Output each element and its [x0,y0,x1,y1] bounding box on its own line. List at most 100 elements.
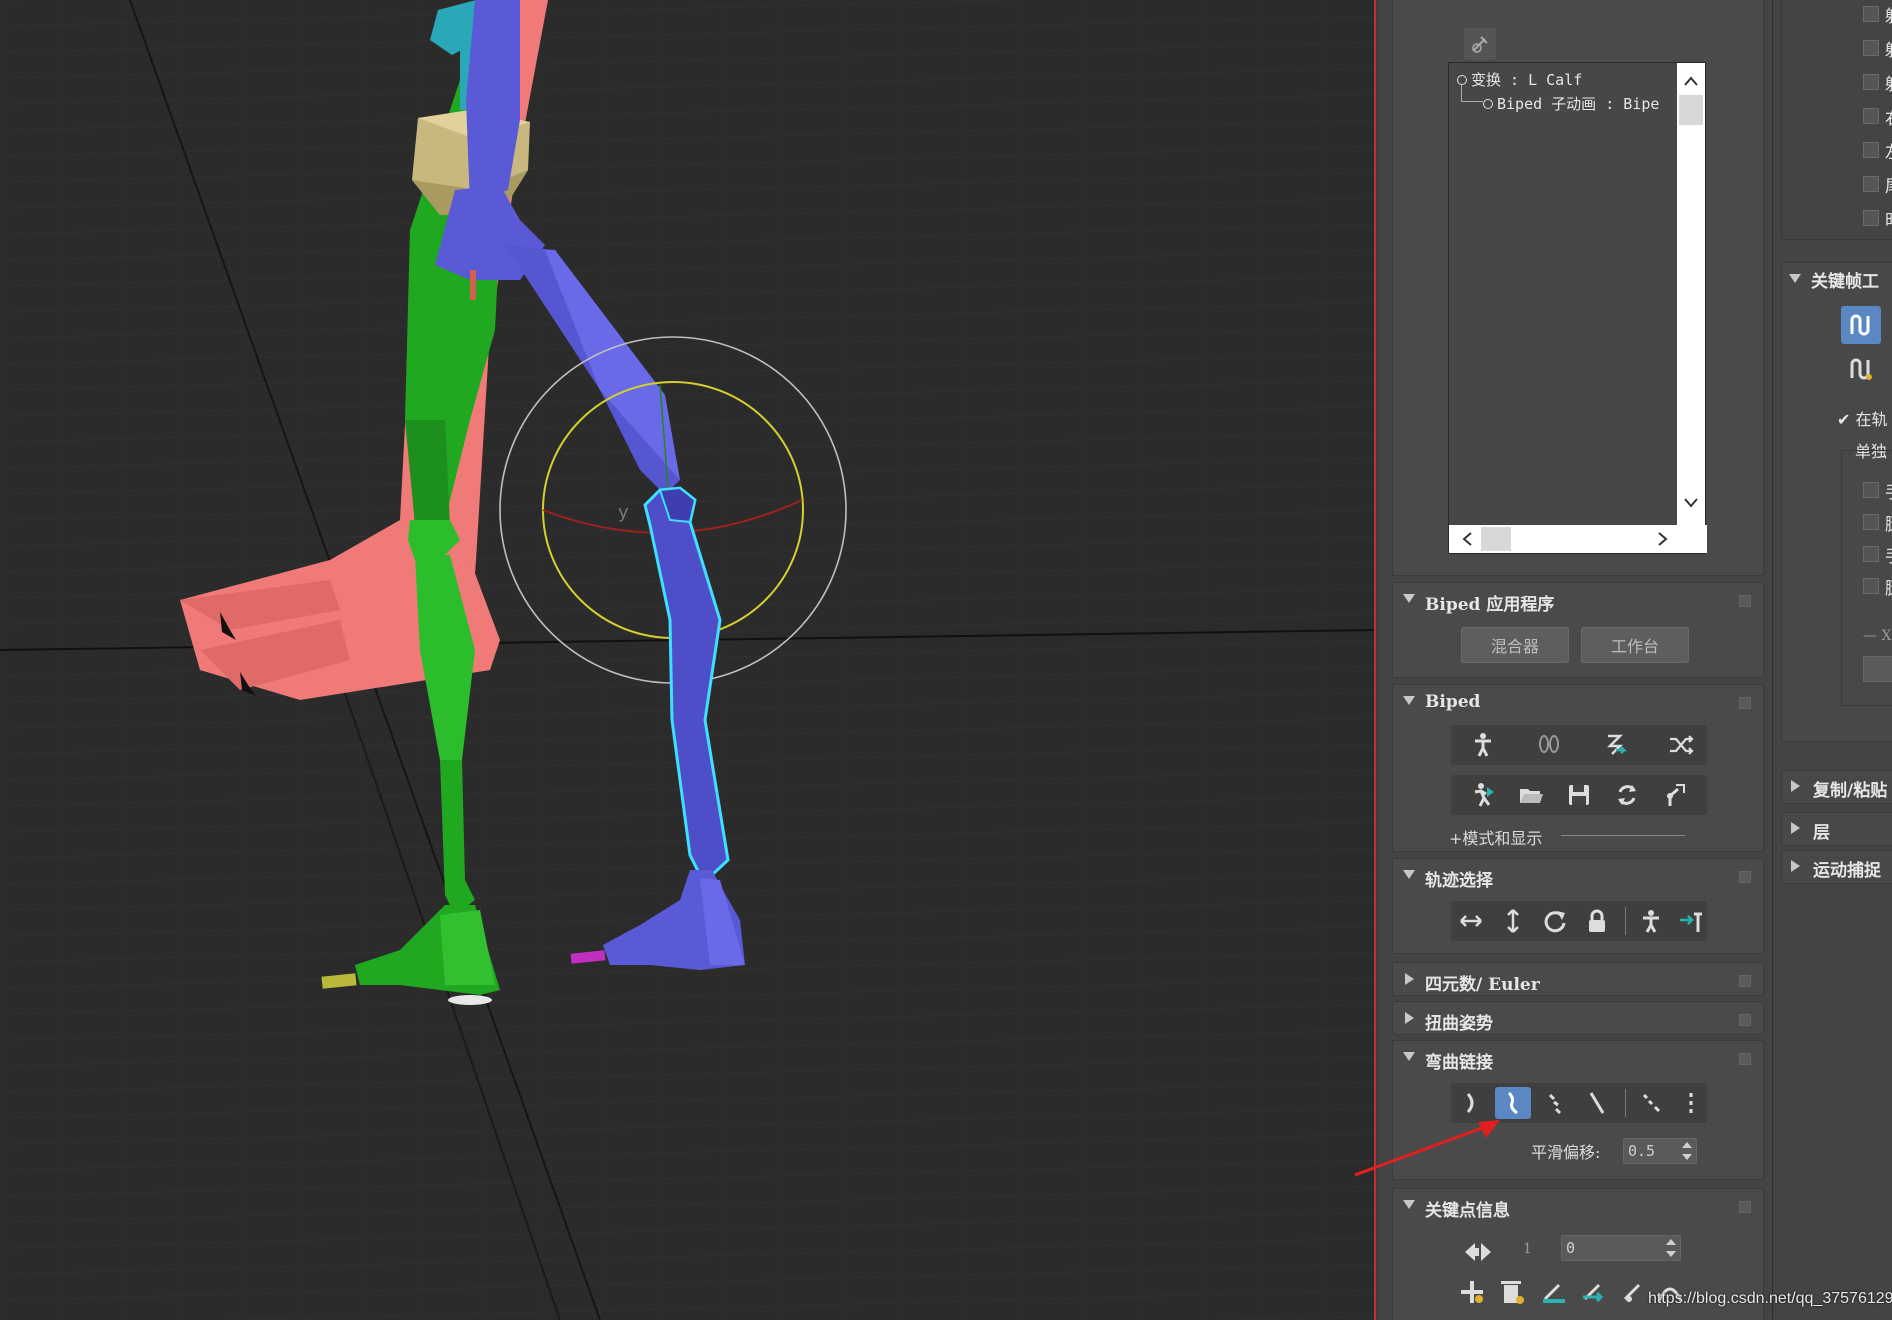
motion-capture-title: 运动捕捉 [1813,861,1881,881]
grip-icon[interactable] [1739,1053,1751,1065]
checkbox[interactable] [1863,514,1879,530]
move-all-mode-icon[interactable] [1657,779,1693,811]
set-sliding-key-icon[interactable] [1579,1277,1609,1307]
grip-icon[interactable] [1739,871,1751,883]
set-free-key-icon[interactable] [1619,1277,1649,1307]
smoothing-bias-label: 平滑偏移: [1531,1143,1601,1162]
track-selection-toolbar [1451,901,1707,941]
checkbox[interactable] [1863,578,1879,594]
body-rotation-icon[interactable] [1537,905,1573,937]
partial-label: 右 [1885,104,1892,129]
collapse-arrow-icon[interactable] [1403,1200,1415,1209]
twist-poses-header[interactable]: 扭曲姿势 [1393,1002,1763,1036]
collapse-arrow-icon[interactable] [1403,594,1415,603]
body-horizontal-icon[interactable] [1453,905,1489,937]
footstep-mode-icon[interactable] [1531,729,1567,761]
motion-flow-icon[interactable] [1597,729,1633,761]
partial-label: 躯 [1885,36,1892,61]
grip-icon[interactable] [1739,1201,1751,1213]
horizontal-scroll-thumb[interactable] [1481,527,1511,551]
biped-apps-header[interactable]: Biped 应用程序 [1393,583,1763,617]
checkbox[interactable] [1863,176,1879,192]
checkbox[interactable] [1863,108,1879,124]
checkbox[interactable] [1863,210,1879,226]
checkbox[interactable] [1863,546,1879,562]
expand-arrow-icon[interactable] [1405,973,1414,985]
horizontal-scrollbar[interactable] [1449,525,1707,553]
partial-label: 躯 [1885,70,1892,95]
partial-label: 手 [1885,542,1892,567]
symmetrical-icon[interactable] [1633,905,1669,937]
scroll-left-icon[interactable] [1453,525,1481,553]
motion-side-panel: 躯 躯 躯 右 左 尾 时 关键帧工 ✔ 在轨 单独 手 腿 手 腿 — X 复… [1772,0,1892,1320]
figure-mode-icon[interactable] [1465,729,1501,761]
stack-item-biped-subanim[interactable]: Biped 子动画 : Bipe [1483,93,1659,114]
grip-icon[interactable] [1739,595,1751,607]
partial-label: 尾 [1885,172,1892,197]
spinner-arrows-icon[interactable] [1682,1142,1692,1160]
stack-item-transform[interactable]: 变换 : L Calf [1457,69,1582,90]
mode-display-toggle[interactable]: +模式和显示 [1449,825,1542,849]
save-file-icon[interactable] [1561,779,1597,811]
spinner-arrows-icon[interactable] [1666,1239,1676,1257]
workbench-button[interactable]: 工作台 [1581,627,1689,663]
vertical-scrollbar[interactable] [1677,63,1705,525]
collapse-arrow-icon[interactable] [1403,870,1415,879]
key-time-spinner[interactable]: 0 [1561,1235,1681,1261]
checkbox[interactable] [1863,40,1879,56]
delete-key-icon[interactable] [1497,1277,1527,1307]
convert-icon[interactable] [1609,779,1645,811]
twist-individual-mode-icon[interactable] [1537,1087,1573,1119]
zero-twist-icon[interactable] [1633,1087,1669,1119]
grip-icon[interactable] [1739,697,1751,709]
zero-all-icon[interactable] [1673,1087,1709,1119]
mixer-mode-icon[interactable] [1663,729,1699,761]
opposite-icon[interactable] [1673,905,1709,937]
grip-icon[interactable] [1739,975,1751,987]
biped-file-toolbar [1451,775,1707,815]
expand-arrow-icon[interactable] [1791,780,1800,792]
mixer-button[interactable]: 混合器 [1461,627,1569,663]
scroll-up-icon[interactable] [1677,67,1705,95]
watermark: https://blog.csdn.net/qq_37576129 [1648,1290,1892,1307]
set-planted-key-icon[interactable] [1539,1277,1569,1307]
collapse-icon[interactable] [1457,75,1467,85]
biped-playback-icon[interactable] [1465,779,1501,811]
expand-icon[interactable] [1483,99,1493,109]
smoothing-bias-spinner[interactable]: 0.5 [1623,1138,1697,1164]
viewport[interactable]: y z [0,0,1376,1320]
quaternion-euler-header[interactable]: 四元数/ Euler [1393,963,1763,997]
prev-key-icon[interactable] [1463,1239,1493,1265]
key-tool-icon[interactable] [1841,350,1881,388]
expand-arrow-icon[interactable] [1791,822,1800,834]
lock-com-icon[interactable] [1579,905,1615,937]
biped-rollout: Biped +模式和显示 [1392,684,1764,852]
checkbox[interactable] [1863,482,1879,498]
smoothing-mode-icon[interactable] [1579,1087,1615,1119]
scroll-down-icon[interactable] [1677,489,1705,517]
expand-arrow-icon[interactable] [1791,860,1800,872]
checkbox[interactable] [1863,142,1879,158]
load-file-icon[interactable] [1513,779,1549,811]
twist-poses-rollout: 扭曲姿势 [1392,1001,1764,1035]
vertical-scroll-thumb[interactable] [1679,95,1703,125]
modifier-stack-list[interactable]: 变换 : L Calf Biped 子动画 : Bipe [1448,62,1707,554]
key-tool-active-icon[interactable] [1841,306,1881,344]
checkbox[interactable] [1863,74,1879,90]
biped-header[interactable]: Biped [1393,685,1763,719]
expand-arrow-icon[interactable] [1405,1012,1414,1024]
bend-links-header[interactable]: 弯曲链接 [1393,1041,1763,1075]
track-selection-header[interactable]: 轨迹选择 [1393,859,1763,893]
set-key-icon[interactable] [1457,1277,1487,1307]
collapse-arrow-icon[interactable] [1403,696,1415,705]
pin-stack-icon[interactable] [1463,27,1497,61]
scroll-right-icon[interactable] [1649,525,1677,553]
grip-icon[interactable] [1739,1014,1751,1026]
collapse-arrow-icon[interactable] [1403,1052,1415,1061]
rollout-title: 扭曲姿势 [1425,1014,1493,1034]
collapse-arrow-icon[interactable] [1789,274,1801,283]
checkbox[interactable] [1863,6,1879,22]
x-spinner[interactable] [1863,656,1892,682]
in-track-checkbox[interactable]: ✔ 在轨 [1837,406,1888,430]
body-vertical-icon[interactable] [1495,905,1531,937]
